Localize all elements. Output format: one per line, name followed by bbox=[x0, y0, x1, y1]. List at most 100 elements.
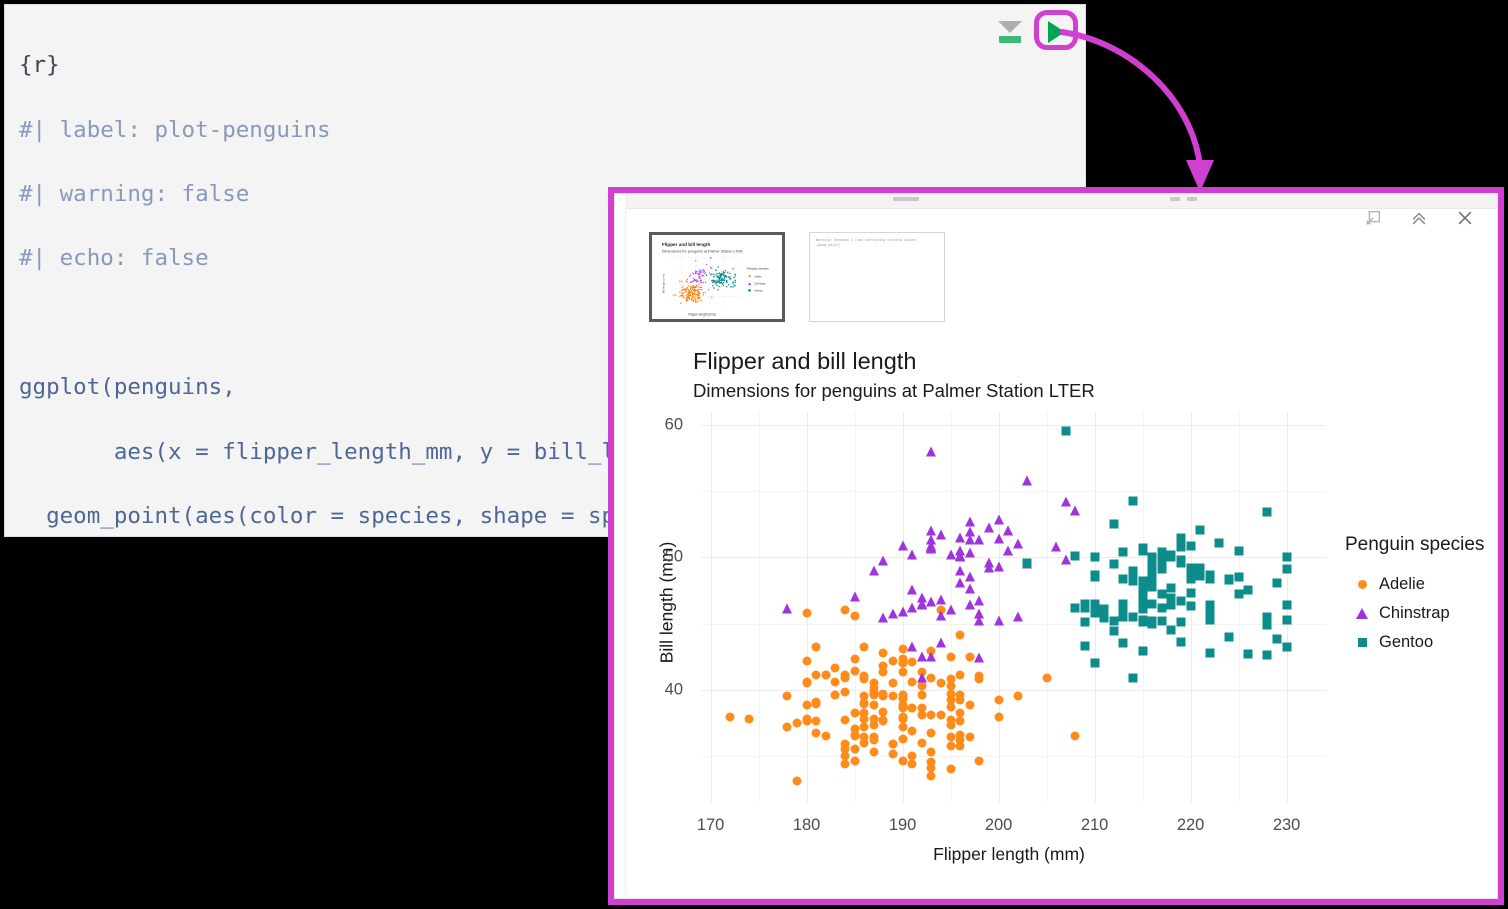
mini-data-point bbox=[697, 286, 699, 288]
data-point-chinstrap bbox=[1012, 538, 1023, 549]
data-point-gentoo bbox=[1272, 634, 1282, 644]
data-point-chinstrap bbox=[936, 529, 946, 540]
data-point-gentoo bbox=[1099, 613, 1109, 623]
code-editor-text[interactable]: {r} #| label: plot-penguins #| warning: … bbox=[5, 5, 616, 536]
mini-data-point bbox=[697, 300, 699, 303]
data-point-adelie bbox=[850, 654, 860, 664]
data-point-gentoo bbox=[1147, 552, 1157, 562]
data-point-adelie bbox=[974, 756, 984, 766]
mini-data-point bbox=[687, 285, 690, 287]
data-point-gentoo bbox=[1080, 617, 1090, 627]
mini-data-point bbox=[716, 284, 718, 287]
data-point-gentoo bbox=[1166, 550, 1176, 560]
mini-data-point bbox=[723, 275, 726, 277]
mini-data-point bbox=[713, 287, 715, 289]
mini-data-point bbox=[686, 298, 689, 300]
data-point-chinstrap bbox=[974, 534, 985, 545]
code-line-option-2: #| echo: false bbox=[19, 245, 209, 272]
legend-key-icon bbox=[1345, 608, 1379, 619]
mini-data-point bbox=[686, 299, 689, 302]
mini-data-point bbox=[732, 286, 734, 288]
mini-data-point bbox=[695, 300, 697, 302]
data-point-adelie bbox=[898, 690, 908, 700]
ggplot-figure: Flipper and bill length Dimensions for p… bbox=[629, 344, 1497, 894]
popout-icon[interactable] bbox=[1363, 208, 1383, 228]
data-point-adelie bbox=[965, 700, 975, 710]
x-tick-label: 170 bbox=[696, 816, 725, 834]
data-point-adelie bbox=[830, 663, 840, 673]
data-point-adelie bbox=[926, 673, 936, 683]
data-point-adelie bbox=[898, 734, 908, 744]
mini-data-point bbox=[679, 291, 681, 294]
x-tick-label: 220 bbox=[1176, 816, 1205, 834]
mini-data-point bbox=[694, 259, 697, 262]
data-point-adelie bbox=[907, 726, 917, 736]
mini-data-point bbox=[686, 286, 689, 289]
data-point-adelie bbox=[974, 674, 984, 684]
data-point-gentoo bbox=[1186, 563, 1196, 573]
y-gridline bbox=[701, 689, 1325, 691]
data-point-adelie bbox=[850, 611, 860, 621]
data-point-gentoo bbox=[1243, 649, 1253, 659]
data-point-chinstrap bbox=[964, 599, 975, 610]
data-point-adelie bbox=[811, 728, 821, 738]
svg-text:Gentoo: Gentoo bbox=[754, 289, 763, 293]
data-point-adelie bbox=[850, 756, 860, 766]
svg-text:Flipper and bill length: Flipper and bill length bbox=[662, 242, 711, 247]
screenshot-root: {r} #| label: plot-penguins #| warning: … bbox=[0, 0, 1508, 909]
x-tick-label: 210 bbox=[1080, 816, 1109, 834]
data-point-gentoo bbox=[1282, 600, 1292, 610]
x-tick-label: 190 bbox=[888, 816, 917, 834]
data-point-chinstrap bbox=[897, 540, 908, 551]
data-point-adelie bbox=[946, 764, 956, 774]
data-point-chinstrap bbox=[897, 606, 908, 617]
toolbar-nub-1 bbox=[893, 197, 919, 201]
data-point-adelie bbox=[840, 687, 850, 697]
data-point-adelie bbox=[898, 722, 908, 732]
svg-text:Dimensions for penguins at Pal: Dimensions for penguins at Palmer Statio… bbox=[662, 250, 743, 254]
data-point-adelie bbox=[917, 690, 927, 700]
data-point-adelie bbox=[859, 722, 869, 732]
mini-data-point bbox=[691, 295, 694, 297]
close-icon[interactable] bbox=[1455, 208, 1475, 228]
data-point-gentoo bbox=[1109, 626, 1119, 636]
data-point-adelie bbox=[830, 677, 840, 687]
collapse-icon[interactable] bbox=[1409, 208, 1429, 228]
mini-data-point bbox=[691, 288, 694, 290]
data-point-gentoo bbox=[1214, 538, 1224, 548]
data-point-adelie bbox=[888, 749, 898, 759]
data-point-adelie bbox=[802, 677, 812, 687]
data-point-adelie bbox=[869, 687, 879, 697]
mini-data-point bbox=[732, 282, 734, 284]
data-point-gentoo bbox=[1262, 650, 1272, 660]
mini-data-point bbox=[717, 266, 719, 268]
mini-data-point bbox=[724, 270, 727, 272]
run-above-icon[interactable] bbox=[995, 17, 1025, 47]
data-point-chinstrap bbox=[1060, 554, 1071, 565]
y-gridline-minor bbox=[701, 491, 1325, 493]
mini-data-point bbox=[711, 296, 713, 299]
data-point-gentoo bbox=[1234, 589, 1244, 599]
thumbnail-plot[interactable]: Flipper and bill length Dimensions for p… bbox=[649, 232, 785, 322]
data-point-gentoo bbox=[1157, 589, 1167, 599]
data-point-chinstrap bbox=[945, 549, 956, 560]
data-point-gentoo bbox=[1186, 601, 1196, 611]
data-point-chinstrap bbox=[964, 516, 975, 527]
y-tick-label: 40 bbox=[664, 680, 683, 699]
data-point-gentoo bbox=[1128, 568, 1138, 578]
thumbnail-console-text[interactable]: Warning: Removed 2 rows containing missi… bbox=[809, 232, 945, 322]
y-gridline-minor bbox=[701, 623, 1325, 625]
run-cell-button[interactable] bbox=[1039, 17, 1069, 47]
data-point-gentoo bbox=[1138, 615, 1148, 625]
data-point-chinstrap bbox=[936, 637, 946, 648]
data-point-chinstrap bbox=[936, 594, 946, 605]
cell-toolbar bbox=[995, 17, 1069, 47]
code-line-1: aes(x = flipper_length_mm, y = bill_l bbox=[19, 438, 616, 465]
data-point-gentoo bbox=[1205, 600, 1215, 610]
panel-top-toolbar bbox=[625, 194, 1497, 209]
data-point-chinstrap bbox=[1003, 545, 1014, 556]
chart-title: Flipper and bill length bbox=[693, 348, 917, 374]
data-point-adelie bbox=[946, 741, 956, 751]
data-point-gentoo bbox=[1176, 558, 1186, 568]
data-point-gentoo bbox=[1234, 546, 1244, 556]
